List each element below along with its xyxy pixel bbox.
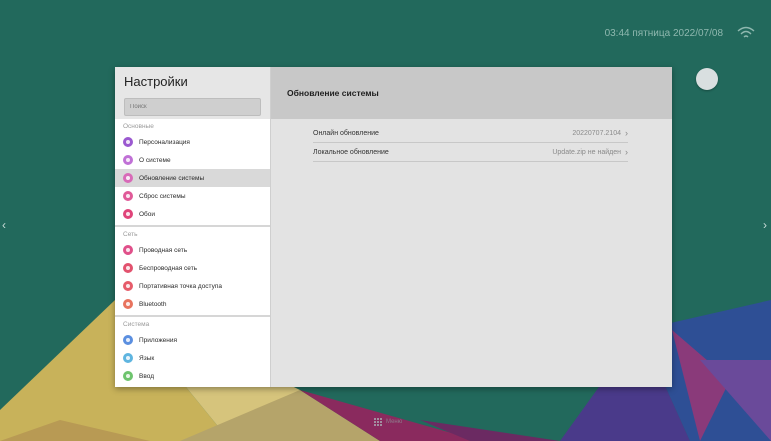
settings-sidebar: Настройки Основные Персонализация О систем…: [115, 67, 271, 387]
settings-row-value: Update.zip не найден ›: [552, 147, 628, 157]
settings-category-icon: [123, 155, 133, 165]
sidebar-item-label: Обновление системы: [139, 174, 205, 182]
settings-category-icon: [123, 353, 133, 363]
settings-category-icon: [123, 335, 133, 345]
left-edge-arrow-icon[interactable]: ‹: [2, 218, 8, 232]
chevron-right-icon: ›: [625, 128, 628, 138]
settings-category-icon: [123, 299, 133, 309]
sidebar-group-title: Система: [123, 321, 150, 328]
settings-row-label: Онлайн обновление: [313, 129, 379, 137]
dock-menu-button[interactable]: Меню: [374, 418, 402, 426]
sidebar-item-label: Проводная сеть: [139, 246, 188, 254]
settings-category-icon: [123, 371, 133, 381]
sidebar-group-title: Основные: [123, 123, 154, 130]
wifi-icon[interactable]: [737, 26, 755, 40]
sidebar-item[interactable]: Портативная точка доступа: [115, 277, 270, 295]
settings-row-label: Локальное обновление: [313, 148, 389, 156]
sidebar-item-label: Персонализация: [139, 138, 190, 146]
sidebar-item[interactable]: О системе: [115, 151, 270, 169]
settings-row-value-text: Update.zip не найден: [552, 148, 621, 156]
sidebar-item-label: Портативная точка доступа: [139, 282, 222, 290]
sidebar-item[interactable]: Беспроводная сеть: [115, 259, 270, 277]
settings-row-value-text: 20220707.2104: [572, 129, 621, 137]
settings-rows: Онлайн обновление 20220707.2104 › Локальное…: [271, 119, 672, 162]
settings-category-icon: [123, 137, 133, 147]
right-edge-arrow-icon[interactable]: ›: [763, 218, 769, 232]
sidebar-item[interactable]: Bluetooth: [115, 295, 270, 313]
sidebar-item[interactable]: Приложения: [115, 331, 270, 349]
sidebar-item[interactable]: Обновление системы: [115, 169, 270, 187]
sidebar-item-label: О системе: [139, 156, 171, 164]
sidebar-item-label: Обои: [139, 210, 156, 218]
sidebar-group-title: Сеть: [123, 231, 138, 238]
datetime-label: 03:44 пятница 2022/07/08: [604, 27, 723, 39]
floating-circle-button[interactable]: [696, 68, 718, 90]
sidebar-item-label: Сброс системы: [139, 192, 186, 200]
status-bar: 03:44 пятница 2022/07/08: [605, 26, 755, 40]
sidebar-group: Основные Персонализация О системе Обновлени…: [115, 119, 270, 227]
sidebar-header: Настройки: [115, 67, 270, 119]
content-title: Обновление системы: [271, 67, 672, 119]
settings-row[interactable]: Онлайн обновление 20220707.2104 ›: [313, 124, 628, 143]
sidebar-item[interactable]: Язык: [115, 349, 270, 367]
sidebar-item-label: Язык: [139, 354, 155, 362]
sidebar-item[interactable]: Ввод: [115, 367, 270, 385]
content-pane: Обновление системы Онлайн обновление 2022…: [271, 67, 672, 387]
sidebar-item-label: Беспроводная сеть: [139, 264, 198, 272]
settings-category-icon: [123, 263, 133, 273]
settings-category-icon: [123, 191, 133, 201]
settings-category-icon: [123, 281, 133, 291]
sidebar-item[interactable]: Обои: [115, 205, 270, 223]
settings-category-icon: [123, 245, 133, 255]
sidebar-item-label: Bluetooth: [139, 300, 167, 308]
sidebar-item-label: Приложения: [139, 336, 178, 344]
sidebar-group: Сеть Проводная сеть Беспроводная сеть Порта…: [115, 227, 270, 317]
settings-category-icon: [123, 209, 133, 219]
grid-icon: [374, 418, 382, 426]
sidebar-item[interactable]: Персонализация: [115, 133, 270, 151]
sidebar-groups: Основные Персонализация О системе Обновлени…: [115, 119, 270, 387]
chevron-right-icon: ›: [625, 147, 628, 157]
sidebar-item[interactable]: Сброс системы: [115, 187, 270, 205]
settings-title: Настройки: [124, 74, 188, 89]
settings-window: Настройки Основные Персонализация О систем…: [115, 67, 672, 387]
sidebar-item[interactable]: Проводная сеть: [115, 241, 270, 259]
settings-row[interactable]: Локальное обновление Update.zip не найден…: [313, 143, 628, 162]
search-input[interactable]: [124, 98, 261, 116]
settings-category-icon: [123, 173, 133, 183]
sidebar-group: Система Приложения Язык Ввод: [115, 317, 270, 387]
sidebar-item-label: Ввод: [139, 372, 154, 380]
settings-row-value: 20220707.2104 ›: [572, 128, 628, 138]
dock-label: Меню: [386, 419, 403, 425]
